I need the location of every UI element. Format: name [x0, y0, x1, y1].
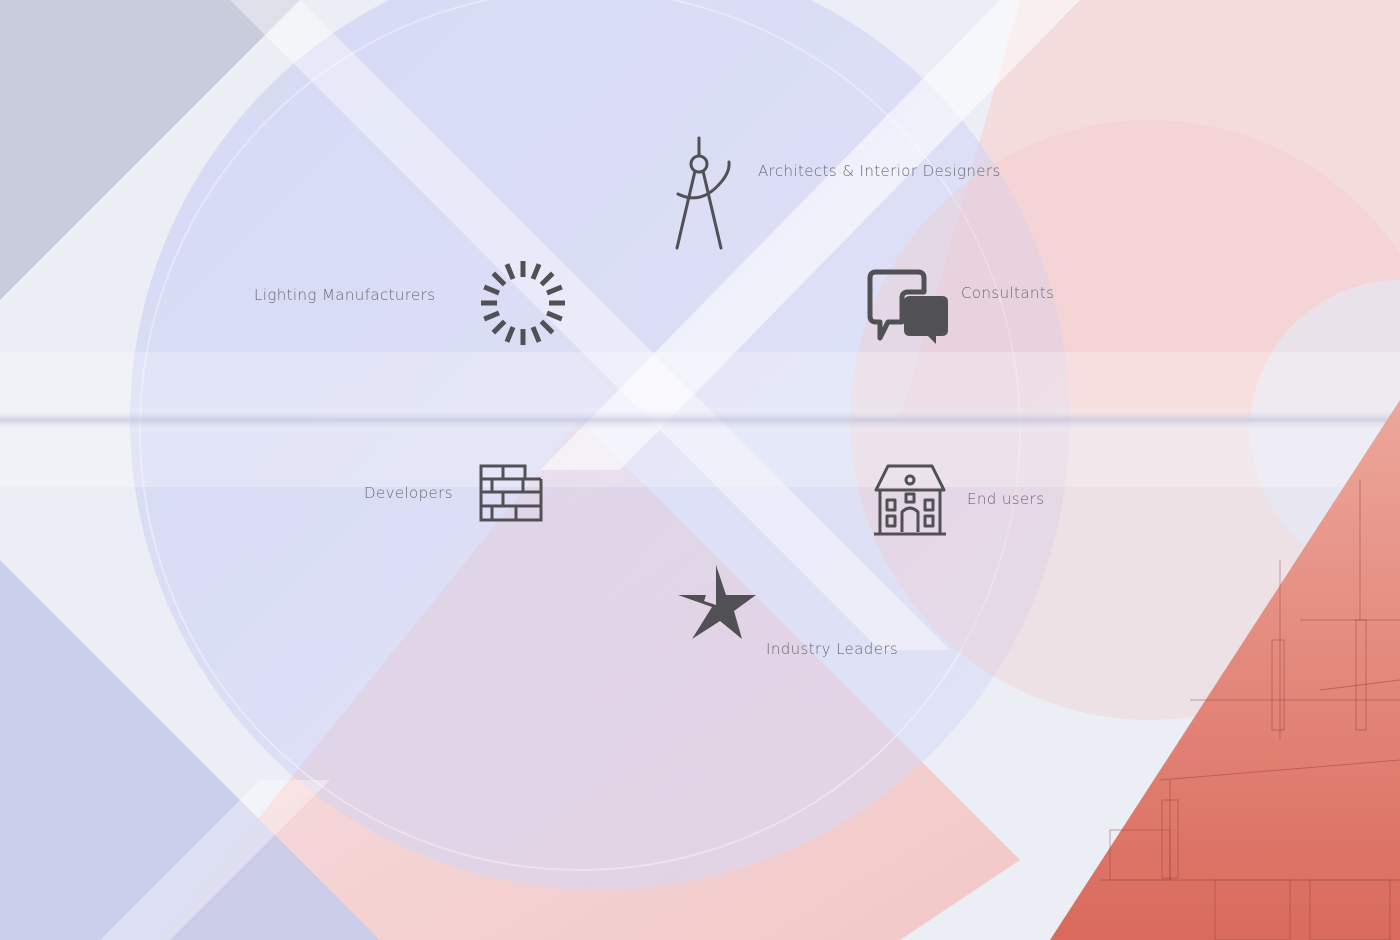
spinner-tick — [483, 284, 500, 296]
developers-label: Developers — [364, 484, 453, 502]
lighting-manufacturers-label: Lighting Manufacturers — [254, 286, 436, 304]
spinner-tick — [546, 310, 563, 322]
compass-icon — [672, 136, 734, 252]
house-icon — [872, 462, 948, 538]
spinner-tick — [504, 326, 516, 343]
spinner-tick — [539, 271, 555, 287]
architects-label: Architects & Interior Designers — [758, 162, 1001, 180]
industry-leaders-label: Industry Leaders — [766, 640, 899, 658]
end-users-label: End users — [967, 490, 1045, 508]
spinner-tick — [530, 326, 542, 343]
consultants-label: Consultants — [961, 284, 1055, 302]
spinner-tick — [539, 319, 555, 335]
star-icon — [676, 563, 758, 641]
spinner-tick — [491, 271, 507, 287]
spinner-tick — [491, 319, 507, 335]
spinner-tick — [546, 284, 563, 296]
spinner-tick — [530, 263, 542, 280]
spinner-tick — [504, 263, 516, 280]
brick-wall-icon — [478, 463, 546, 525]
chat-bubbles-icon — [866, 268, 950, 348]
loading-spinner-icon — [478, 258, 568, 348]
spinner-tick — [483, 310, 500, 322]
